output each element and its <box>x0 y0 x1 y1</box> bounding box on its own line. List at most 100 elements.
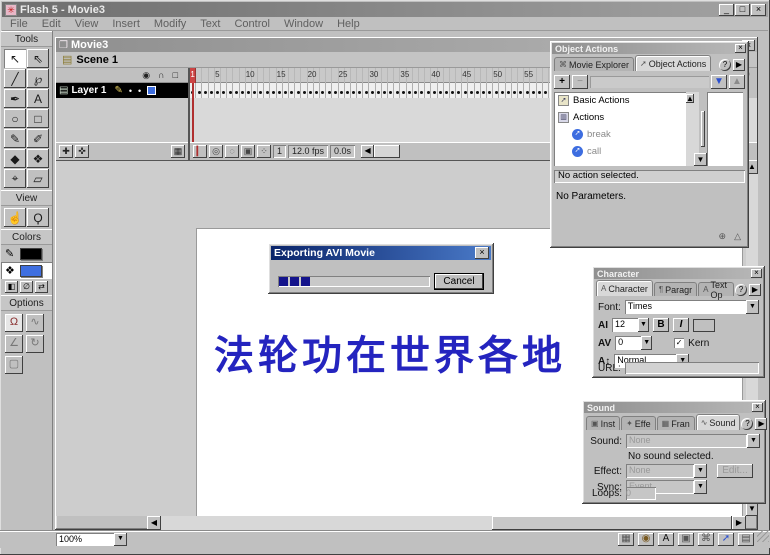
tab-sound[interactable]: ∿ Sound <box>696 414 741 430</box>
font-value[interactable]: Times <box>625 300 746 314</box>
hscroll-right-arrow[interactable]: ▶ <box>732 516 746 530</box>
dialog-titlebar[interactable]: Exporting AVI Movie × <box>271 246 491 260</box>
sync-dropdown-arrow[interactable]: ▼ <box>694 480 707 494</box>
straighten-button[interactable]: ∠ <box>5 335 23 353</box>
scale-button[interactable]: ▢ <box>5 356 23 374</box>
timeline-scroll-left-arrow[interactable]: ◀ <box>361 145 374 158</box>
tab-paragraph[interactable]: ¶ Paragr <box>654 282 697 296</box>
sound-panel-titlebar[interactable]: Sound × <box>584 402 764 413</box>
show-hide-layers-icon[interactable]: ◉ <box>142 70 150 81</box>
library-launcher-icon[interactable]: ▤ <box>738 533 754 546</box>
layer-row[interactable]: ▤ Layer 1 ✎ • • <box>56 83 188 98</box>
character-help-button[interactable]: ? <box>735 284 747 296</box>
hscroll-track[interactable] <box>161 516 732 530</box>
move-action-down-button[interactable]: ▼ <box>711 75 727 89</box>
layer-name[interactable]: Layer 1 <box>71 85 106 96</box>
hand-tool[interactable]: ☝ <box>4 208 26 227</box>
zoom-value[interactable]: 100% <box>56 533 114 546</box>
minimize-button[interactable]: _ <box>719 4 734 16</box>
zoom-tool[interactable]: Ϙ <box>27 208 49 227</box>
object-actions-panel-titlebar[interactable]: Object Actions × <box>552 43 747 54</box>
add-action-button[interactable]: + <box>554 75 570 89</box>
bold-button[interactable]: B <box>653 318 669 332</box>
hscroll-thumb[interactable] <box>492 516 732 530</box>
oval-tool[interactable]: ○ <box>4 109 26 128</box>
eyedropper-tool[interactable]: ⌖ <box>4 169 26 188</box>
character-close-button[interactable]: × <box>751 269 762 278</box>
font-combo[interactable]: Times ▼ <box>625 300 759 314</box>
zoom-dropdown-arrow[interactable]: ▼ <box>114 533 127 546</box>
tracking-stepper[interactable]: 0 ▼ <box>615 336 652 350</box>
effect-dropdown-arrow[interactable]: ▼ <box>694 464 707 478</box>
no-color-button[interactable]: ∅ <box>20 281 33 293</box>
add-guide-layer-button[interactable]: ✜ <box>75 145 89 158</box>
outline-layers-icon[interactable]: □ <box>173 70 178 80</box>
menu-file[interactable]: File <box>10 18 28 30</box>
pencil-tool[interactable]: ✎ <box>4 129 26 148</box>
tab-object-actions[interactable]: ➚ Object Actions <box>635 55 711 71</box>
cancel-button[interactable]: Cancel <box>434 273 484 290</box>
action-item-basic-actions[interactable]: ➚Basic Actions <box>554 92 686 109</box>
layer-lock-dot[interactable]: • <box>138 86 141 96</box>
pen-tool[interactable]: ✒ <box>4 89 26 108</box>
text-tool[interactable]: A <box>27 89 49 108</box>
panel-resize-icon[interactable]: △ <box>734 231 741 242</box>
sound-combo[interactable]: None ▼ <box>626 434 760 448</box>
dialog-close-button[interactable]: × <box>475 247 489 259</box>
tab-instance[interactable]: ▣ Inst <box>586 416 620 430</box>
menu-modify[interactable]: Modify <box>154 18 186 30</box>
tab-effect[interactable]: ✦ Effe <box>621 416 656 430</box>
swap-colors-button[interactable]: ⇄ <box>35 281 48 293</box>
menu-control[interactable]: Control <box>234 18 269 30</box>
resize-grip[interactable] <box>757 530 769 542</box>
vscroll-down-arrow[interactable]: ▼ <box>746 502 758 516</box>
character-menu-button[interactable]: ▶ <box>749 284 761 296</box>
tab-text-options[interactable]: A Text Op <box>698 282 734 296</box>
panel-help-button[interactable]: ? <box>719 59 731 71</box>
menu-text[interactable]: Text <box>200 18 220 30</box>
tracking-arrow[interactable]: ▼ <box>641 336 652 350</box>
line-tool[interactable]: ╱ <box>4 69 26 88</box>
actions-pane-divider[interactable] <box>701 111 705 147</box>
sound-help-button[interactable]: ? <box>741 418 753 430</box>
movie-explorer-launcher-icon[interactable]: ⌘ <box>698 533 714 546</box>
panel-menu-button[interactable]: ▶ <box>733 59 745 71</box>
edit-sound-button[interactable]: Edit... <box>717 464 753 478</box>
hscroll-left-arrow[interactable]: ◀ <box>147 516 161 530</box>
delete-layer-button[interactable]: ▦ <box>171 145 185 158</box>
arrow-tool[interactable]: ↖ <box>4 49 26 68</box>
layer-visibility-dot[interactable]: • <box>129 86 132 96</box>
center-frame-button[interactable]: ▎ <box>193 145 207 158</box>
default-colors-button[interactable]: ◧ <box>5 281 18 293</box>
action-item-break[interactable]: ➚break <box>554 126 686 143</box>
sound-close-button[interactable]: × <box>752 403 763 412</box>
menu-help[interactable]: Help <box>337 18 360 30</box>
maximize-button[interactable]: □ <box>735 4 750 16</box>
rotate-button[interactable]: ↻ <box>26 335 44 353</box>
actions-launcher-icon[interactable]: ➚ <box>718 533 734 546</box>
add-layer-button[interactable]: ✚ <box>59 145 73 158</box>
onion-skin-button[interactable]: ◎ <box>209 145 223 158</box>
lock-layers-icon[interactable]: ∩ <box>158 70 164 80</box>
onion-skin-outlines-button[interactable]: ◌ <box>225 145 239 158</box>
lasso-tool[interactable]: ℘ <box>27 69 49 88</box>
object-actions-close-button[interactable]: × <box>735 44 746 53</box>
url-field[interactable] <box>625 362 759 374</box>
font-size-stepper[interactable]: 12 ▼ <box>612 318 649 332</box>
menu-view[interactable]: View <box>75 18 99 30</box>
menu-window[interactable]: Window <box>284 18 323 30</box>
edit-multiple-frames-button[interactable]: ▣ <box>241 145 255 158</box>
stroke-color-swatch[interactable] <box>20 248 42 260</box>
insert-target-path-icon[interactable]: ⊕ <box>719 231 727 242</box>
playhead[interactable] <box>192 83 194 142</box>
action-script-pane[interactable] <box>707 92 743 166</box>
stroke-color-control[interactable]: ✎ <box>1 245 52 262</box>
font-size-value[interactable]: 12 <box>612 318 638 332</box>
text-color-swatch[interactable] <box>693 319 715 332</box>
menu-insert[interactable]: Insert <box>112 18 140 30</box>
actions-scroll-down-arrow[interactable]: ▼ <box>694 153 707 166</box>
mixer-launcher-icon[interactable]: ◉ <box>638 533 654 546</box>
layer-outline-color-square[interactable] <box>147 86 156 95</box>
action-item-call[interactable]: ➚call <box>554 143 686 160</box>
stage-text[interactable]: 法轮功在世界各地 <box>214 323 566 381</box>
